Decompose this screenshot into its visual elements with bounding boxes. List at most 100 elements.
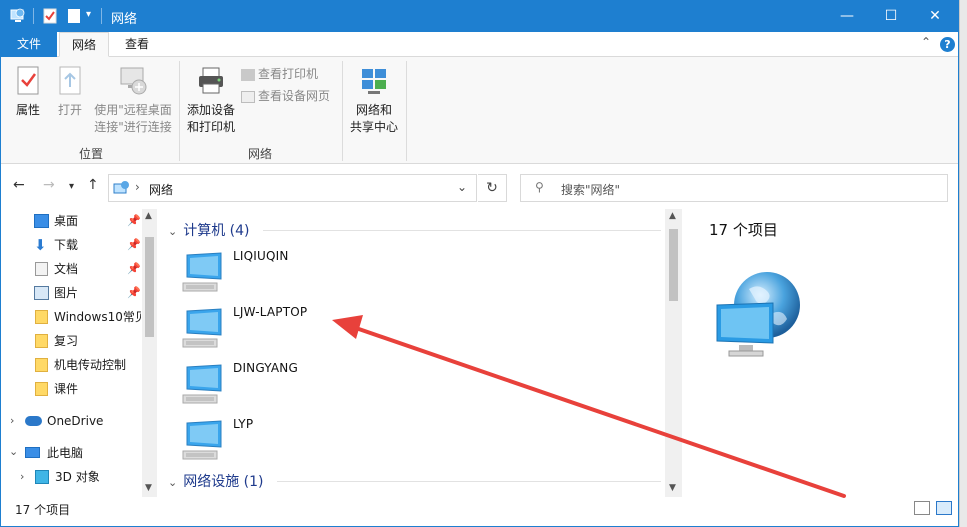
scroll-down-icon[interactable]: ▼	[669, 483, 676, 493]
remote-desktop-icon	[120, 67, 147, 95]
desktop-icon	[34, 214, 49, 228]
add-devices-label-2: 和打印机	[186, 120, 235, 134]
nav-item-folder[interactable]: Windows10常见	[1, 305, 141, 329]
nav-item-label: 下载	[54, 238, 79, 252]
nav-item-folder[interactable]: 课件	[1, 377, 141, 401]
nav-item-label: 课件	[54, 382, 79, 396]
scroll-down-icon[interactable]: ▼	[145, 483, 152, 493]
nav-item-folder[interactable]: 机电传动控制	[1, 353, 141, 377]
group-header-computers[interactable]: ⌄ 计算机 (4)	[168, 220, 250, 240]
nav-item-3d-objects[interactable]: › 3D 对象	[1, 465, 141, 489]
folder-icon	[35, 382, 48, 396]
collapse-ribbon-icon[interactable]: ⌃	[921, 35, 931, 49]
address-box[interactable]: › 网络 ⌄	[108, 174, 477, 202]
expand-chevron-icon[interactable]: ›	[20, 465, 24, 489]
details-view-icon[interactable]	[914, 501, 930, 515]
computer-name: LYP	[233, 417, 254, 431]
network-sharing-center-button[interactable]: 网络和 共享中心	[347, 65, 401, 136]
tab-network[interactable]: 网络	[59, 32, 109, 57]
nav-scrollbar-thumb[interactable]	[145, 237, 154, 337]
nav-item-pictures[interactable]: 图片 📌	[1, 281, 141, 305]
add-devices-label-1: 添加设备	[186, 103, 235, 117]
open-label: 打开	[57, 103, 82, 117]
status-item-count: 17 个项目	[15, 503, 71, 517]
nav-item-folder[interactable]: 复习	[1, 329, 141, 353]
back-button[interactable]: ←	[13, 177, 25, 193]
nav-item-label: 图片	[54, 286, 79, 300]
new-item-quick-icon[interactable]	[65, 7, 83, 25]
nav-item-label: 文档	[54, 262, 79, 276]
add-devices-printers-button[interactable]: 添加设备 和打印机	[184, 65, 238, 136]
view-device-webpage-button[interactable]: 查看设备网页	[241, 87, 330, 104]
download-arrow-icon: ⬇	[34, 236, 47, 254]
up-button[interactable]: ↑	[87, 177, 99, 193]
open-button[interactable]: 打开	[53, 65, 87, 119]
group-header-network-infrastructure[interactable]: ⌄ 网络设施 (1)	[168, 471, 264, 491]
group-collapse-icon[interactable]: ⌄	[168, 476, 177, 489]
nav-item-desktop[interactable]: 桌面 📌	[1, 209, 141, 233]
ribbon: 属性 打开 使用"远程桌面 连接"进行连接 位置 添加设备 和打印机 查看打印机…	[1, 57, 958, 164]
list-item[interactable]: LIQIUQIN	[181, 249, 481, 301]
view-printers-icon	[241, 68, 255, 81]
tab-file[interactable]: 文件	[1, 32, 57, 57]
sharing-center-label-1: 网络和	[355, 103, 392, 117]
network-sharing-icon	[362, 69, 386, 94]
network-globe-icon	[716, 272, 800, 357]
nav-item-this-pc[interactable]: ⌄ 此电脑	[1, 441, 141, 465]
explorer-window: ▾ 网络 — ☐ ✕ 文件 网络 查看 ⌃ ? 属性 打开 使用"远程桌面 连接…	[0, 0, 959, 527]
maximize-button[interactable]: ☐	[868, 1, 914, 32]
content-scrollbar[interactable]: ▲ ▼	[665, 209, 682, 497]
background-window-edge	[959, 0, 967, 527]
content-pane: ⌄ 计算机 (4) LIQIUQIN LJW-LAPTOP DINGYANG L…	[159, 209, 682, 497]
list-item[interactable]: LYP	[181, 417, 481, 469]
help-icon[interactable]: ?	[940, 37, 955, 52]
expand-chevron-icon[interactable]: ›	[10, 409, 14, 433]
content-scrollbar-thumb[interactable]	[669, 229, 678, 301]
printer-icon	[199, 67, 223, 94]
list-item[interactable]: DINGYANG	[181, 361, 481, 413]
view-printers-label: 查看打印机	[258, 67, 319, 81]
scroll-up-icon[interactable]: ▲	[145, 211, 152, 221]
properties-button[interactable]: 属性	[9, 65, 47, 119]
window-title: 网络	[111, 12, 138, 27]
computer-name: LJW-LAPTOP	[233, 305, 308, 319]
nav-item-downloads[interactable]: ⬇ 下载 📌	[1, 233, 141, 257]
group-label-network: 网络	[247, 147, 272, 161]
nav-item-label: 桌面	[54, 214, 79, 228]
view-printers-button[interactable]: 查看打印机	[241, 65, 318, 82]
address-dropdown-icon[interactable]: ⌄	[457, 180, 467, 194]
remote-desktop-button[interactable]: 使用"远程桌面 连接"进行连接	[91, 65, 175, 136]
recent-locations-icon[interactable]: ▾	[69, 181, 74, 192]
minimize-button[interactable]: —	[824, 1, 870, 32]
refresh-button[interactable]: ↻	[478, 174, 507, 202]
nav-item-label: 机电传动控制	[54, 358, 127, 372]
computer-icon	[25, 447, 40, 458]
pin-icon: 📌	[127, 238, 141, 251]
close-button[interactable]: ✕	[912, 1, 958, 32]
list-item[interactable]: LJW-LAPTOP	[181, 305, 481, 357]
tab-view[interactable]: 查看	[113, 32, 161, 57]
computer-icon	[182, 252, 222, 292]
network-app-icon	[10, 8, 25, 22]
documents-icon	[35, 262, 48, 276]
group-collapse-icon[interactable]: ⌄	[168, 225, 177, 238]
navigation-pane: 桌面 📌 ⬇ 下载 📌 文档 📌 图片 📌 Windows10常见 复习 机电传…	[1, 209, 158, 497]
status-bar: 17 个项目	[1, 497, 958, 526]
search-box[interactable]: ⚲ 搜索"网络"	[520, 174, 948, 202]
nav-item-documents[interactable]: 文档 📌	[1, 257, 141, 281]
large-icons-view-icon[interactable]	[936, 501, 952, 515]
nav-scrollbar[interactable]: ▲ ▼	[142, 209, 157, 497]
collapse-chevron-icon[interactable]: ⌄	[9, 441, 18, 464]
nav-item-label: Windows10常见	[54, 310, 141, 324]
scroll-up-icon[interactable]: ▲	[669, 211, 676, 221]
device-webpage-icon	[241, 90, 255, 103]
forward-button[interactable]: →	[43, 177, 55, 193]
breadcrumb-chevron-icon: ›	[135, 180, 140, 194]
group-label-location: 位置	[78, 147, 103, 161]
nav-item-onedrive[interactable]: › OneDrive	[1, 409, 141, 433]
breadcrumb-network[interactable]: 网络	[149, 181, 173, 198]
remote-desktop-label-1: 使用"远程桌面	[94, 103, 172, 117]
remote-desktop-label-2: 连接"进行连接	[94, 120, 172, 134]
properties-quick-icon[interactable]	[41, 7, 59, 25]
group-title: 网络设施 (1)	[183, 474, 264, 490]
